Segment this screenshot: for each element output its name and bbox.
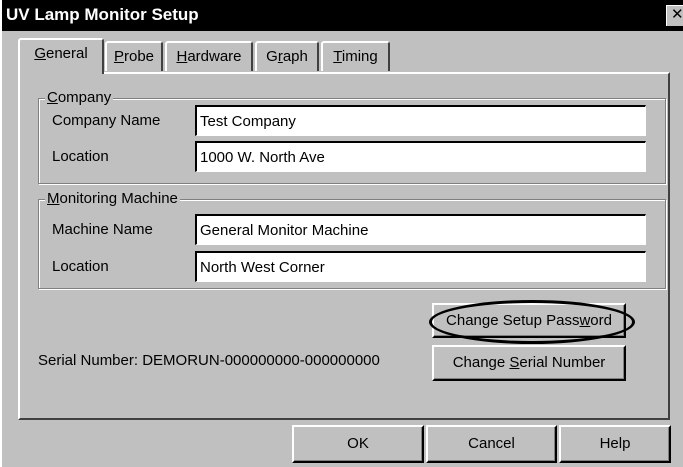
tab-hardware[interactable]: Hardware [165, 41, 253, 71]
change-setup-password-button[interactable]: Change Setup Password [432, 303, 626, 338]
monitoring-machine-group-title: Monitoring Machine [45, 190, 180, 207]
company-name-label: Company Name [52, 112, 161, 129]
tab-graph-label-prefix: G [266, 48, 278, 65]
machine-location-label: Location [52, 258, 109, 275]
tab-hardware-label: ardware [187, 48, 242, 65]
cancel-button[interactable]: Cancel [426, 425, 557, 463]
company-name-field[interactable] [195, 105, 646, 136]
company-location-label: Location [52, 148, 109, 165]
tab-timing-mnemonic: T [333, 48, 342, 65]
change-serial-number-button[interactable]: Change Serial Number [432, 345, 626, 381]
close-button[interactable]: ✕ [666, 5, 683, 26]
title-bar[interactable]: UV Lamp Monitor Setup ✕ [2, 0, 683, 31]
tab-general-label: eneral [45, 45, 88, 62]
company-group-title: Company [45, 89, 114, 106]
tab-probe-label: robe [123, 48, 155, 65]
tab-general-mnemonic: G [34, 45, 46, 62]
tab-graph[interactable]: Graph [255, 41, 319, 71]
tab-timing-label: iming [341, 48, 378, 65]
tab-hardware-mnemonic: H [176, 48, 188, 65]
help-button[interactable]: Help [559, 425, 671, 463]
tab-probe-mnemonic: P [113, 48, 124, 65]
company-location-field[interactable] [195, 141, 646, 172]
machine-location-field[interactable] [195, 251, 646, 282]
machine-name-label: Machine Name [52, 221, 153, 238]
machine-name-field[interactable] [195, 214, 646, 245]
close-icon: ✕ [671, 6, 683, 23]
tab-timing[interactable]: Timing [321, 41, 390, 71]
tab-general[interactable]: General [18, 38, 104, 74]
ok-button[interactable]: OK [292, 425, 424, 463]
window-title: UV Lamp Monitor Setup [6, 5, 199, 24]
tab-probe[interactable]: Probe [105, 41, 163, 71]
setup-dialog: UV Lamp Monitor Setup ✕ General Probe Ha… [0, 0, 683, 467]
serial-number-text: Serial Number: DEMORUN-000000000-0000000… [38, 352, 380, 369]
tab-graph-label: aph [282, 48, 308, 65]
